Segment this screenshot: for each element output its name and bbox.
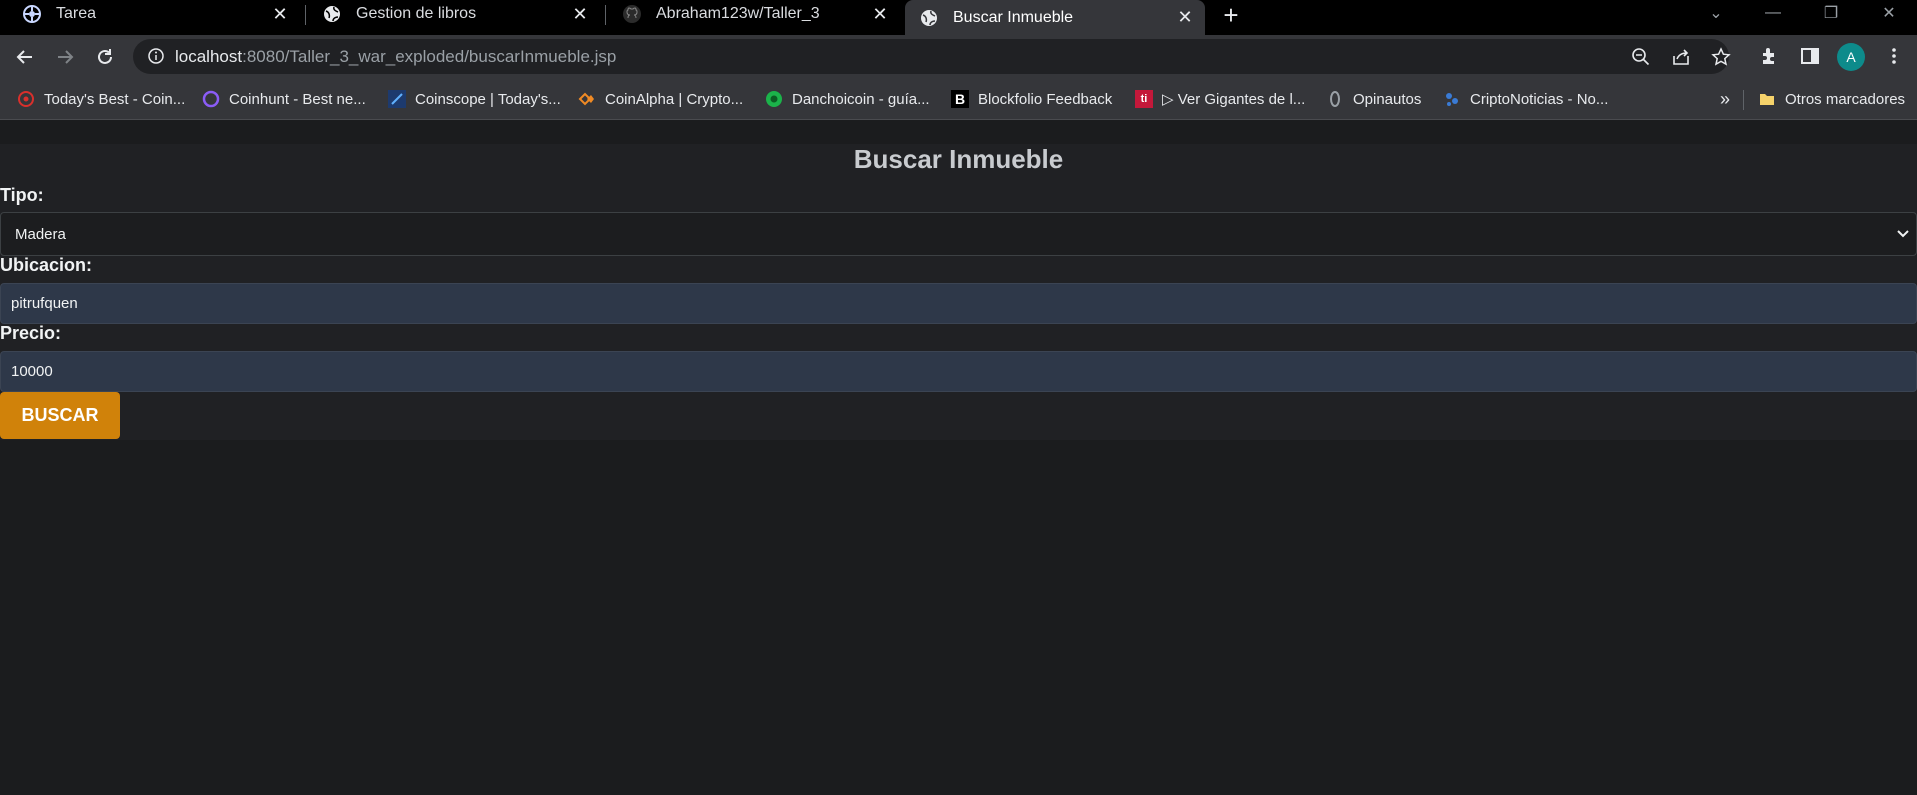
reload-icon[interactable] xyxy=(91,43,119,71)
bookmark-item[interactable]: ti ▷ Ver Gigantes de l... xyxy=(1135,87,1305,111)
buscar-button[interactable]: BUSCAR xyxy=(0,392,120,439)
target-icon xyxy=(17,90,35,108)
tab-buscar-inmueble[interactable]: Buscar Inmueble ✕ xyxy=(905,0,1205,35)
tipo-select[interactable]: Madera xyxy=(0,212,1917,256)
github-icon xyxy=(622,4,642,24)
globe-icon xyxy=(919,8,939,28)
minimize-icon[interactable]: — xyxy=(1750,0,1796,26)
tab-github[interactable]: Abraham123w/Taller_3 ✕ xyxy=(600,0,900,28)
profile-avatar[interactable]: A xyxy=(1837,43,1865,71)
side-panel-icon[interactable] xyxy=(1797,43,1823,69)
bookmark-label: Opinautos xyxy=(1353,90,1422,108)
menu-icon[interactable] xyxy=(1881,43,1907,69)
restore-icon[interactable]: ❐ xyxy=(1808,0,1854,26)
bookmark-label: Today's Best - Coin... xyxy=(44,90,186,108)
ubicacion-value: pitrufquen xyxy=(11,295,78,312)
bookmark-item[interactable]: CriptoNoticias - No... xyxy=(1443,87,1608,111)
bookmark-item[interactable]: Coinhunt - Best ne... xyxy=(202,87,366,111)
tab-label: Abraham123w/Taller_3 xyxy=(656,5,820,22)
browser-toolbar: localhost:8080/Taller_3_war_exploded/bus… xyxy=(0,35,1917,79)
other-bookmarks-folder[interactable]: Otros marcadores xyxy=(1758,87,1905,111)
tipo-label: Tipo: xyxy=(0,185,44,205)
bookmark-item[interactable]: Opinautos xyxy=(1326,87,1421,111)
coinhunt-icon xyxy=(202,90,220,108)
more-bookmarks-button[interactable]: » xyxy=(1720,87,1730,111)
blockfolio-icon: B xyxy=(951,90,969,108)
bookmark-item[interactable]: Danchoicoin - guía... xyxy=(765,87,930,111)
site-info-icon[interactable] xyxy=(147,47,165,65)
page-content: Buscar Inmueble Tipo: Madera Ubicacion: … xyxy=(0,120,1917,795)
share-icon[interactable] xyxy=(1670,46,1692,68)
close-window-icon[interactable]: ✕ xyxy=(1866,0,1912,26)
back-icon[interactable] xyxy=(11,43,39,71)
url-host: localhost xyxy=(175,47,243,66)
settings-globe-icon xyxy=(22,4,42,24)
tab-tarea[interactable]: Tarea ✕ xyxy=(0,0,300,28)
tab-search-icon[interactable]: ⌄ xyxy=(1693,0,1739,26)
close-tab-icon[interactable]: ✕ xyxy=(270,4,290,24)
bookmark-label: Otros marcadores xyxy=(1785,90,1906,108)
new-tab-button[interactable]: + xyxy=(1218,0,1244,30)
address-bar[interactable]: localhost:8080/Taller_3_war_exploded/bus… xyxy=(133,39,1732,74)
precio-label: Precio: xyxy=(0,323,62,343)
bookmark-star-icon[interactable] xyxy=(1710,46,1732,68)
precio-input[interactable]: 10000 xyxy=(0,351,1917,392)
bookmark-label: ▷ Ver Gigantes de l... xyxy=(1162,91,1306,108)
folder-icon xyxy=(1758,90,1776,108)
bookmark-item[interactable]: Today's Best - Coin... xyxy=(17,87,185,111)
tab-label: Buscar Inmueble xyxy=(953,8,1074,26)
bookmark-item[interactable]: B Blockfolio Feedback xyxy=(951,87,1112,111)
ubicacion-label: Ubicacion: xyxy=(0,255,93,275)
bookmark-item[interactable]: CoinAlpha | Crypto... xyxy=(578,87,743,111)
opinautos-icon xyxy=(1326,90,1344,108)
globe-icon xyxy=(322,4,342,24)
tipo-selected-value: Madera xyxy=(15,226,66,243)
close-tab-icon[interactable]: ✕ xyxy=(570,4,590,24)
criptonoticias-icon xyxy=(1443,90,1461,108)
coinscope-icon xyxy=(388,90,406,108)
bookmarks-separator xyxy=(1743,90,1744,110)
bookmark-label: Coinhunt - Best ne... xyxy=(229,90,366,108)
tab-label: Gestion de libros xyxy=(356,5,477,22)
tab-strip: Tarea ✕ Gestion de libros ✕ Abraham123w/… xyxy=(0,0,1917,35)
chevron-down-icon xyxy=(1894,225,1912,243)
tab-label: Tarea xyxy=(56,5,97,22)
bookmark-label: Danchoicoin - guía... xyxy=(792,90,930,108)
forward-icon[interactable] xyxy=(51,43,79,71)
bookmark-label: CoinAlpha | Crypto... xyxy=(605,90,744,108)
bookmarks-bar: Today's Best - Coin... Coinhunt - Best n… xyxy=(0,79,1917,120)
bookmark-label: CriptoNoticias - No... xyxy=(1470,90,1609,108)
video-site-icon: ti xyxy=(1135,90,1153,108)
zoom-icon[interactable] xyxy=(1630,46,1652,68)
bookmark-item[interactable]: Coinscope | Today's... xyxy=(388,87,561,111)
precio-value: 10000 xyxy=(11,363,53,380)
danchoicoin-icon xyxy=(765,90,783,108)
close-tab-icon[interactable]: ✕ xyxy=(1175,7,1195,28)
coinalpha-icon xyxy=(578,90,596,108)
extensions-icon[interactable] xyxy=(1756,43,1782,69)
bookmark-label: Coinscope | Today's... xyxy=(415,90,561,108)
page-title: Buscar Inmueble xyxy=(853,144,1064,174)
bookmark-label: Blockfolio Feedback xyxy=(978,90,1113,108)
url-text: localhost:8080/Taller_3_war_exploded/bus… xyxy=(175,47,616,67)
tab-gestion-libros[interactable]: Gestion de libros ✕ xyxy=(300,0,600,28)
url-path: :8080/Taller_3_war_exploded/buscarInmueb… xyxy=(242,47,617,66)
close-tab-icon[interactable]: ✕ xyxy=(870,4,890,24)
ubicacion-input[interactable]: pitrufquen xyxy=(0,283,1917,324)
